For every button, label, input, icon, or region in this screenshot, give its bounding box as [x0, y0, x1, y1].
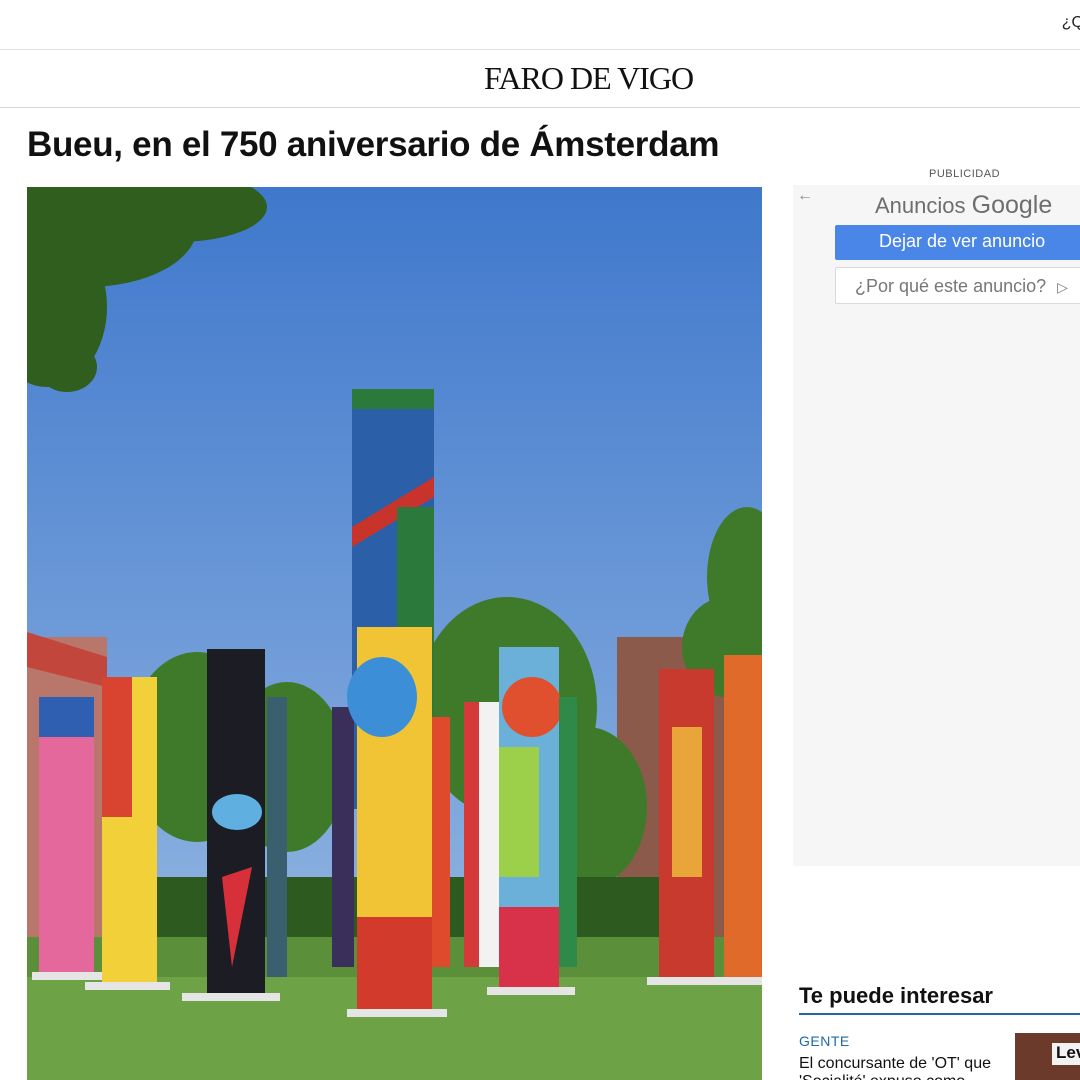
ad-brand-prefix: Anuncios [875, 193, 966, 218]
adchoices-play-icon: ▷ [1057, 279, 1068, 295]
related-card-thumb-text: Lev [1052, 1043, 1080, 1065]
top-bar: ¿Q [0, 0, 1080, 50]
why-this-ad-button[interactable]: ¿Por qué este anuncio? ▷ [835, 267, 1080, 304]
related-heading: Te puede interesar [799, 983, 993, 1008]
masthead: FARO DE VIGO [0, 50, 1080, 108]
article-photo-image [27, 187, 762, 1080]
stop-ad-button[interactable]: Dejar de ver anuncio [835, 225, 1080, 260]
ad-label: PUBLICIDAD [929, 168, 1001, 180]
ad-brand-name: Google [971, 191, 1053, 219]
related-divider [799, 1013, 1080, 1015]
ad-panel: ← Anuncios Google Dejar de ver anuncio ¿… [793, 185, 1080, 866]
related-card-thumbnail[interactable]: Lev [1015, 1033, 1080, 1080]
article-headline: Bueu, en el 750 aniversario de Ámsterdam [27, 125, 720, 164]
related-card-title[interactable]: El concursante de 'OT' que 'Socialité' e… [799, 1055, 1004, 1080]
why-this-ad-label: ¿Por qué este anuncio? [855, 276, 1047, 296]
article-photo[interactable] [27, 187, 762, 1080]
ad-brand: Anuncios Google [875, 191, 1052, 220]
related-card-section[interactable]: GENTE [799, 1033, 850, 1049]
stop-ad-label: Dejar de ver anuncio [879, 231, 1046, 251]
arrow-left-icon[interactable]: ← [797, 187, 813, 205]
top-bar-link[interactable]: ¿Q [1062, 14, 1080, 32]
site-logo[interactable]: FARO DE VIGO [484, 60, 694, 97]
